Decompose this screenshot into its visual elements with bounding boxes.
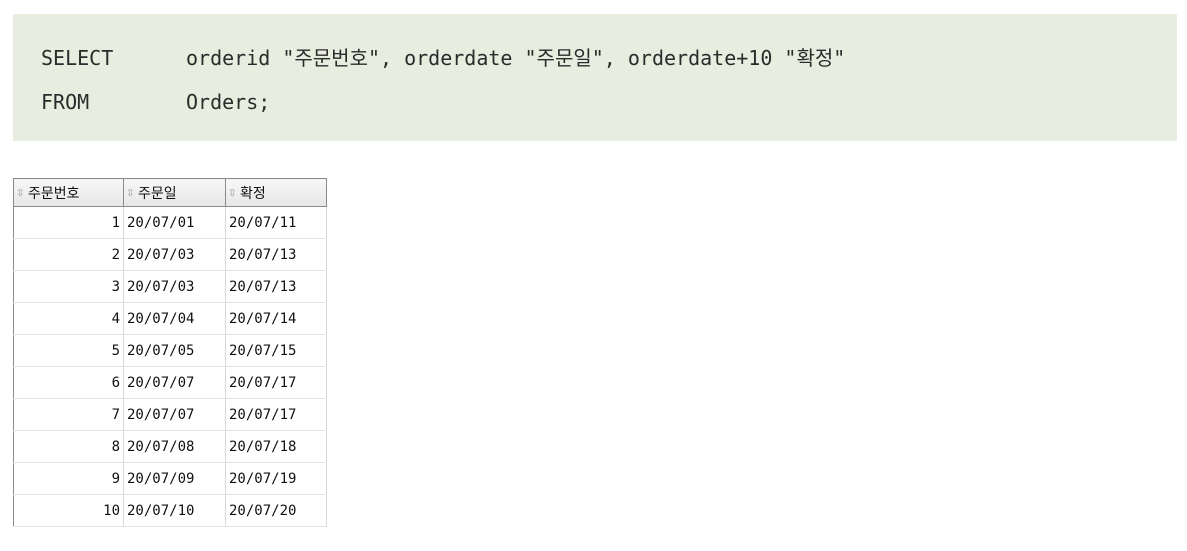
cell-confirm-date[interactable]: 20/07/15 — [225, 334, 327, 367]
grid-header-row: ⇳ 주문번호 ⇳ 주문일 ⇳ 확정 — [13, 178, 327, 207]
column-header-label: 주문번호 — [28, 185, 80, 202]
column-header-order-id[interactable]: ⇳ 주문번호 — [13, 178, 124, 207]
cell-confirm-date[interactable]: 20/07/17 — [225, 398, 327, 431]
table-row[interactable]: 2 20/07/03 20/07/13 — [13, 238, 327, 271]
cell-order-date[interactable]: 20/07/05 — [123, 334, 226, 367]
sql-keyword-select: SELECT — [41, 46, 114, 70]
cell-order-id[interactable]: 5 — [13, 334, 124, 367]
cell-order-date[interactable]: 20/07/04 — [123, 302, 226, 335]
cell-order-id[interactable]: 1 — [13, 206, 124, 239]
table-row[interactable]: 1 20/07/01 20/07/11 — [13, 206, 327, 239]
cell-confirm-date[interactable]: 20/07/17 — [225, 366, 327, 399]
sql-line-select: SELECT orderid "주문번호", orderdate "주문일", o… — [41, 43, 845, 73]
sql-line-from: FROM Orders; — [41, 87, 270, 117]
table-row[interactable]: 3 20/07/03 20/07/13 — [13, 270, 327, 303]
sort-toggle-icon[interactable]: ⇳ — [16, 188, 25, 199]
cell-confirm-date[interactable]: 20/07/13 — [225, 238, 327, 271]
cell-confirm-date[interactable]: 20/07/19 — [225, 462, 327, 495]
cell-order-id[interactable]: 2 — [13, 238, 124, 271]
cell-order-date[interactable]: 20/07/08 — [123, 430, 226, 463]
cell-confirm-date[interactable]: 20/07/11 — [225, 206, 327, 239]
sort-toggle-icon[interactable]: ⇳ — [228, 188, 237, 199]
cell-order-id[interactable]: 10 — [13, 494, 124, 527]
table-row[interactable]: 4 20/07/04 20/07/14 — [13, 302, 327, 335]
column-header-confirm-date[interactable]: ⇳ 확정 — [225, 178, 327, 207]
sql-code-block: SELECT orderid "주문번호", orderdate "주문일", o… — [13, 14, 1177, 141]
cell-confirm-date[interactable]: 20/07/14 — [225, 302, 327, 335]
cell-order-date[interactable]: 20/07/03 — [123, 270, 226, 303]
cell-confirm-date[interactable]: 20/07/13 — [225, 270, 327, 303]
column-header-order-date[interactable]: ⇳ 주문일 — [123, 178, 226, 207]
sql-keyword-from: FROM — [41, 90, 90, 114]
table-row[interactable]: 8 20/07/08 20/07/18 — [13, 430, 327, 463]
query-result-grid: ⇳ 주문번호 ⇳ 주문일 ⇳ 확정 1 20/07/01 20/07/11 2 20/… — [13, 178, 327, 527]
cell-order-date[interactable]: 20/07/09 — [123, 462, 226, 495]
cell-confirm-date[interactable]: 20/07/18 — [225, 430, 327, 463]
column-header-label: 확정 — [240, 185, 266, 202]
cell-order-date[interactable]: 20/07/10 — [123, 494, 226, 527]
table-row[interactable]: 7 20/07/07 20/07/17 — [13, 398, 327, 431]
cell-order-id[interactable]: 7 — [13, 398, 124, 431]
cell-order-id[interactable]: 6 — [13, 366, 124, 399]
cell-order-date[interactable]: 20/07/07 — [123, 366, 226, 399]
table-row[interactable]: 10 20/07/10 20/07/20 — [13, 494, 327, 527]
table-row[interactable]: 6 20/07/07 20/07/17 — [13, 366, 327, 399]
sql-select-list: orderid "주문번호", orderdate "주문일", orderda… — [186, 46, 846, 70]
cell-order-date[interactable]: 20/07/07 — [123, 398, 226, 431]
sort-toggle-icon[interactable]: ⇳ — [126, 188, 135, 199]
sql-from-table: Orders; — [186, 90, 271, 114]
column-header-label: 주문일 — [138, 185, 177, 202]
cell-order-date[interactable]: 20/07/01 — [123, 206, 226, 239]
cell-order-id[interactable]: 3 — [13, 270, 124, 303]
cell-order-date[interactable]: 20/07/03 — [123, 238, 226, 271]
table-row[interactable]: 9 20/07/09 20/07/19 — [13, 462, 327, 495]
table-row[interactable]: 5 20/07/05 20/07/15 — [13, 334, 327, 367]
cell-order-id[interactable]: 8 — [13, 430, 124, 463]
cell-order-id[interactable]: 4 — [13, 302, 124, 335]
cell-order-id[interactable]: 9 — [13, 462, 124, 495]
cell-confirm-date[interactable]: 20/07/20 — [225, 494, 327, 527]
